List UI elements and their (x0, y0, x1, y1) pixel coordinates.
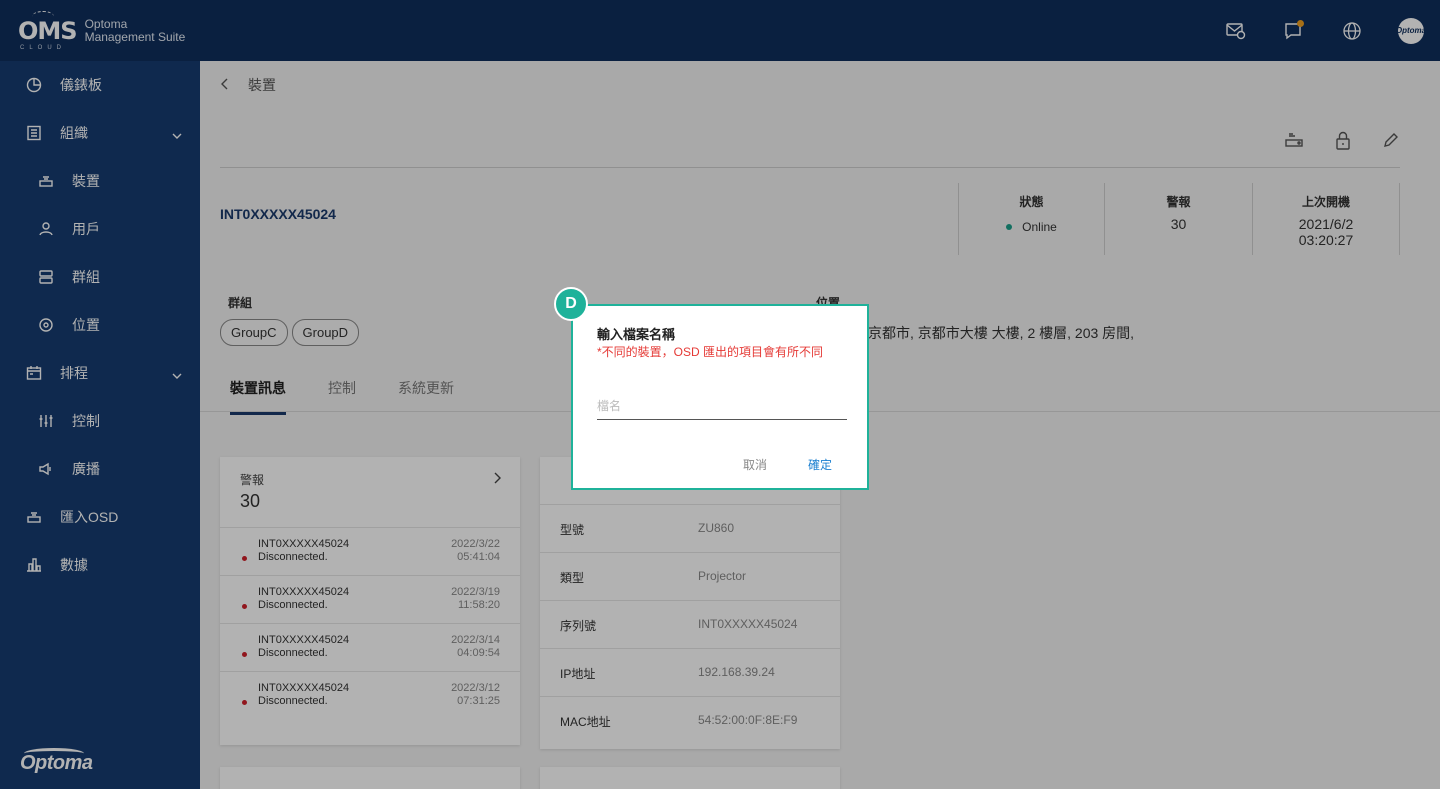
cancel-button[interactable]: 取消 (743, 456, 767, 473)
filename-dialog: 輸入檔案名稱 *不同的裝置，OSD 匯出的項目會有所不同 取消 確定 (571, 304, 869, 490)
filename-input[interactable] (597, 392, 847, 420)
confirm-button[interactable]: 確定 (808, 456, 832, 473)
step-badge: D (554, 287, 588, 321)
dialog-warning: *不同的裝置，OSD 匯出的項目會有所不同 (597, 345, 824, 359)
dialog-title: 輸入檔案名稱 (597, 327, 676, 342)
